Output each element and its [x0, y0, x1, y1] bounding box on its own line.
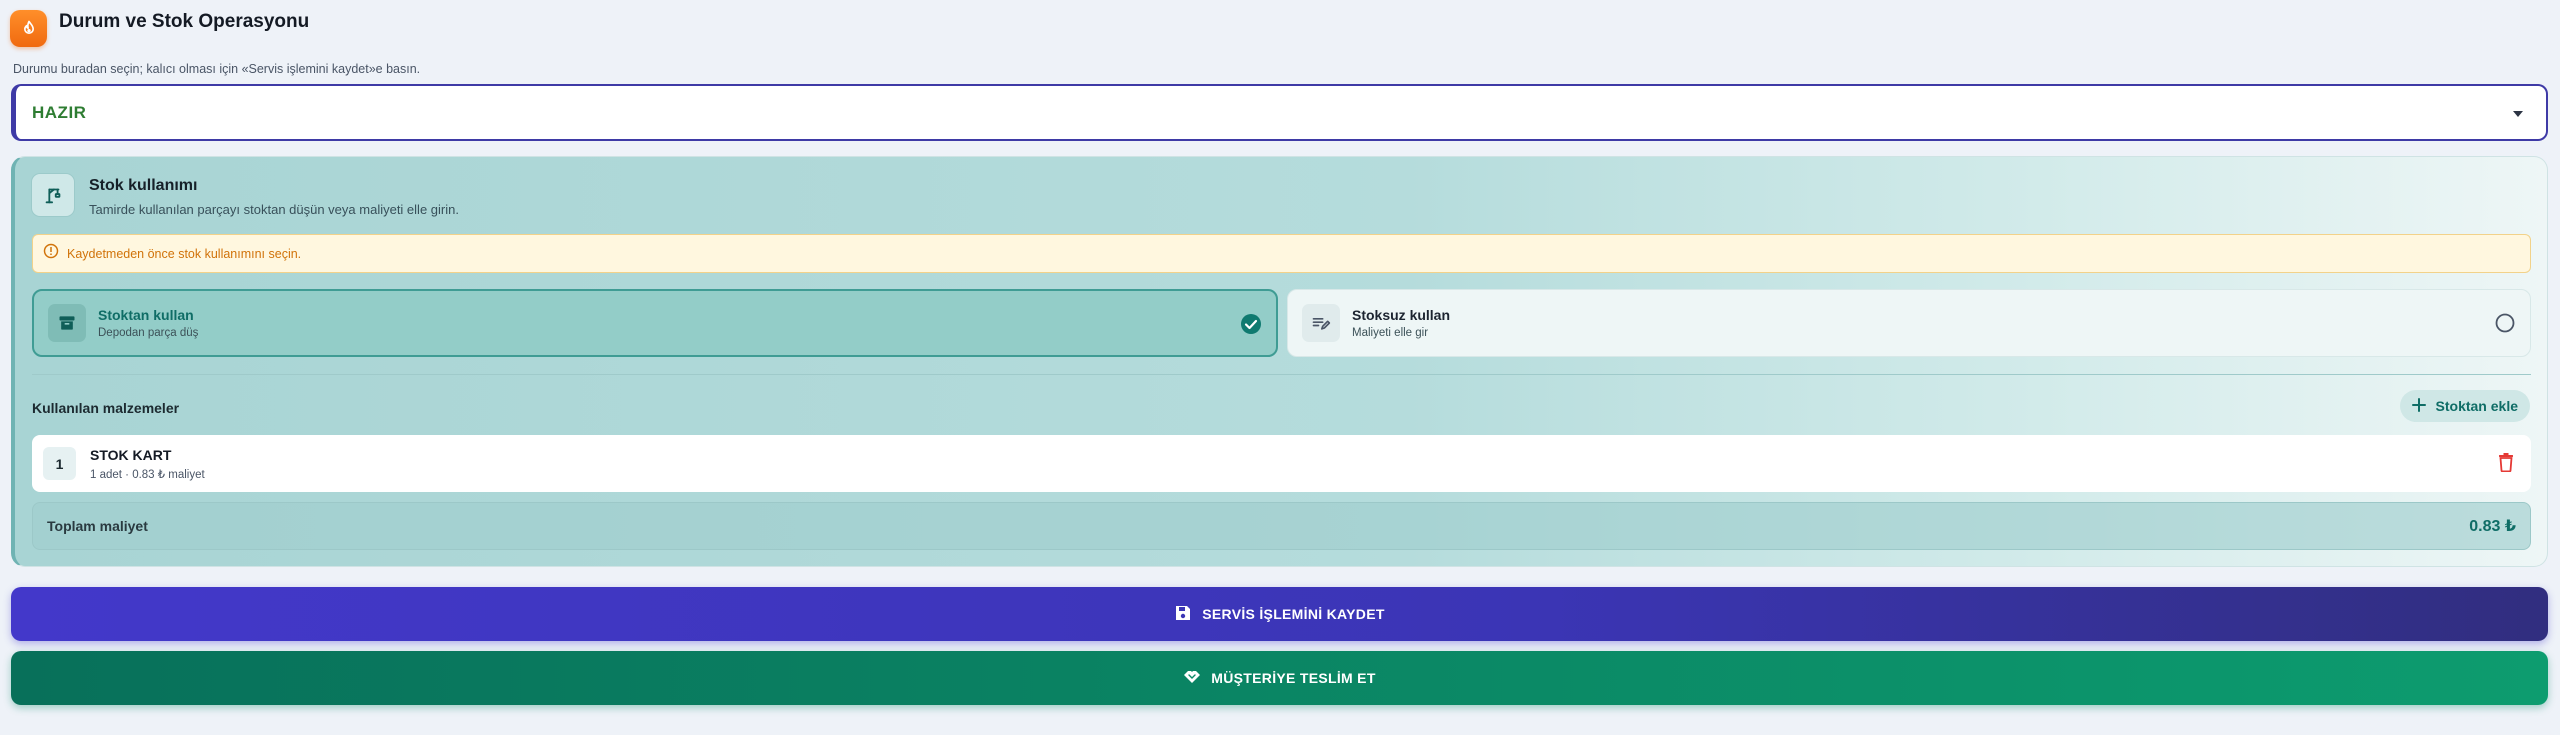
info-circle-icon — [43, 243, 59, 264]
save-button-label: SERVİS İŞLEMİNİ KAYDET — [1202, 606, 1385, 622]
material-row: 1 STOK KART 1 adet · 0.83 ₺ maliyet — [32, 435, 2531, 492]
save-service-button[interactable]: SERVİS İŞLEMİNİ KAYDET — [11, 587, 2548, 641]
option-use-from-stock[interactable]: Stoktan kullan Depodan parça düş — [32, 289, 1278, 357]
delete-material-button[interactable] — [2497, 452, 2515, 475]
check-circle-icon — [1240, 313, 1262, 340]
add-from-stock-button[interactable]: Stoktan ekle — [2399, 390, 2530, 422]
deliver-to-customer-button[interactable]: MÜŞTERİYE TESLİM ET — [11, 651, 2548, 705]
stock-warning: Kaydetmeden önce stok kullanımını seçin. — [32, 234, 2531, 273]
deliver-button-label: MÜŞTERİYE TESLİM ET — [1211, 670, 1376, 686]
materials-label: Kullanılan malzemeler — [32, 400, 180, 416]
add-button-label: Stoktan ekle — [2435, 398, 2518, 414]
handshake-icon — [1183, 669, 1201, 688]
status-value: HAZIR — [32, 102, 87, 122]
option-subtitle: Maliyeti elle gir — [1352, 327, 1429, 339]
floppy-disk-icon — [1174, 604, 1192, 625]
stock-usage-card: Stok kullanımı Tamirde kullanılan parçay… — [11, 156, 2548, 567]
list-edit-icon — [1302, 304, 1340, 342]
option-subtitle: Depodan parça düş — [98, 327, 199, 339]
option-use-without-stock[interactable]: Stoksuz kullan Maliyeti elle gir — [1287, 289, 2531, 357]
trash-icon — [2497, 453, 2515, 475]
caret-down-icon — [2512, 106, 2524, 124]
app-logo-icon — [10, 10, 47, 47]
page-header: Durum ve Stok Operasyonu — [10, 10, 309, 47]
material-name: STOK KART — [90, 446, 172, 463]
status-select[interactable]: HAZIR — [11, 84, 2548, 141]
stock-card-subtitle: Tamirde kullanılan parçayı stoktan düşün… — [89, 202, 459, 217]
radio-empty-icon[interactable] — [2494, 312, 2516, 339]
total-cost-label: Toplam maliyet — [47, 518, 148, 534]
material-index: 1 — [43, 447, 76, 480]
plus-icon — [2411, 397, 2426, 415]
material-meta: 1 adet · 0.83 ₺ maliyet — [90, 468, 205, 481]
total-cost-row: Toplam maliyet 0.83 ₺ — [32, 502, 2531, 550]
warning-text: Kaydetmeden önce stok kullanımını seçin. — [67, 246, 302, 261]
status-hint: Durumu buradan seçin; kalıcı olması için… — [13, 62, 421, 76]
crane-icon — [31, 173, 75, 217]
option-title: Stoktan kullan — [98, 307, 194, 323]
section-divider — [32, 374, 2531, 375]
stock-card-title: Stok kullanımı — [89, 177, 198, 194]
page-title: Durum ve Stok Operasyonu — [59, 10, 310, 32]
option-title: Stoksuz kullan — [1352, 307, 1451, 323]
archive-box-icon — [48, 304, 86, 342]
total-cost-value: 0.83 ₺ — [2469, 518, 2516, 535]
